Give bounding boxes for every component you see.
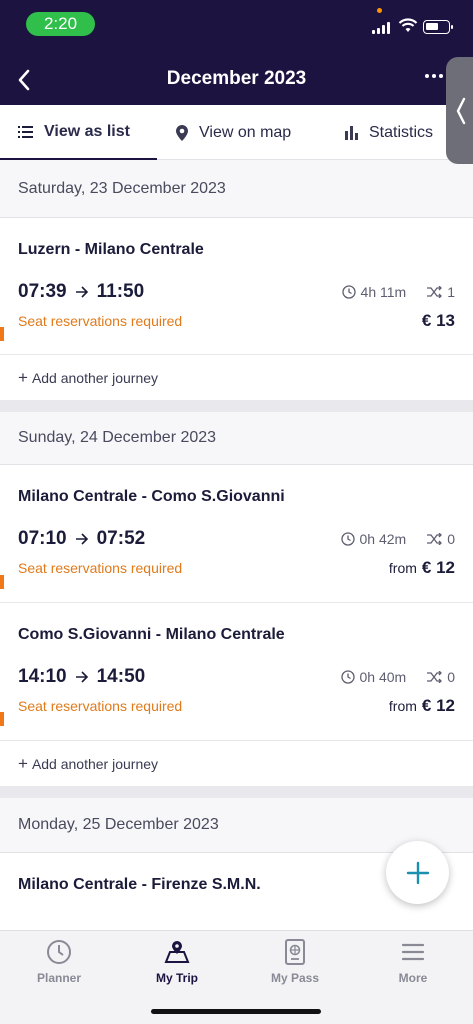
journey-route: Milano Centrale - Como S.Giovanni bbox=[18, 488, 285, 505]
journey-meta: 0h 42m 0 bbox=[340, 531, 455, 547]
price-prefix: from bbox=[388, 560, 417, 576]
journey-item[interactable]: Luzern - Milano Centrale 07:39 11:50 4h … bbox=[0, 217, 473, 355]
tab-label: View as list bbox=[44, 122, 130, 140]
tab-view-as-list[interactable]: View as list bbox=[0, 105, 157, 160]
status-time: 2:20 bbox=[26, 12, 95, 36]
clock-icon bbox=[340, 670, 355, 684]
section-divider bbox=[0, 400, 473, 412]
price-value: € 12 bbox=[421, 696, 455, 715]
add-journey-button[interactable]: + Add another journey bbox=[0, 741, 473, 786]
journey-route: Como S.Giovanni - Milano Centrale bbox=[18, 626, 285, 643]
clock-icon bbox=[340, 532, 355, 546]
journey-price: € 13 bbox=[421, 311, 455, 330]
depart-time: 07:39 bbox=[18, 281, 67, 302]
list-icon bbox=[18, 125, 33, 138]
seat-reservation-notice: Seat reservations required bbox=[18, 560, 183, 576]
plus-icon: + bbox=[18, 753, 28, 773]
journey-item[interactable]: Milano Centrale - Como S.Giovanni 07:10 … bbox=[0, 464, 473, 603]
home-indicator bbox=[151, 1009, 321, 1014]
page-title: December 2023 bbox=[166, 68, 307, 89]
seat-reservation-notice: Seat reservations required bbox=[18, 698, 183, 714]
chevron-left-icon bbox=[456, 97, 466, 124]
transfer-icon bbox=[427, 671, 443, 683]
journey-times: 07:10 07:52 bbox=[18, 528, 145, 550]
arrive-time: 07:52 bbox=[96, 528, 146, 549]
journey-times: 14:10 14:50 bbox=[18, 666, 145, 688]
nav-planner[interactable]: Planner bbox=[0, 931, 118, 1024]
transfer-icon bbox=[427, 286, 443, 298]
depart-time: 07:10 bbox=[18, 528, 67, 549]
depart-time: 14:10 bbox=[18, 666, 67, 687]
journey-times: 07:39 11:50 bbox=[18, 281, 144, 303]
bar-chart-icon bbox=[345, 125, 358, 140]
nav-label: More bbox=[398, 971, 428, 985]
tab-label: Statistics bbox=[369, 123, 434, 141]
clock-icon bbox=[47, 940, 71, 964]
wifi-icon bbox=[398, 18, 418, 32]
map-icon bbox=[164, 941, 190, 963]
day-card: Luzern - Milano Centrale 07:39 11:50 4h … bbox=[0, 217, 473, 400]
side-panel-handle[interactable] bbox=[446, 57, 473, 164]
day-header: Saturday, 23 December 2023 bbox=[0, 160, 473, 217]
add-journey-label: Add another journey bbox=[31, 369, 159, 386]
warning-bar bbox=[0, 712, 4, 726]
nav-label: My Trip bbox=[155, 971, 198, 985]
privacy-indicator-icon bbox=[377, 8, 382, 13]
nav-label: My Pass bbox=[270, 971, 320, 985]
transfer-icon bbox=[427, 533, 443, 545]
add-journey-fab[interactable] bbox=[386, 841, 449, 904]
battery-icon bbox=[423, 20, 453, 34]
seat-reservation-notice: Seat reservations required bbox=[18, 313, 183, 329]
passport-icon bbox=[285, 939, 305, 965]
warning-bar bbox=[0, 575, 4, 589]
arrive-time: 14:50 bbox=[96, 666, 146, 687]
journey-duration: 0h 40m bbox=[359, 669, 407, 685]
map-pin-icon bbox=[176, 124, 188, 141]
tab-label: View on map bbox=[199, 123, 292, 141]
view-tabs: View as list View on map Statistics bbox=[0, 105, 473, 160]
add-journey-label: Add another journey bbox=[31, 755, 159, 772]
menu-icon bbox=[401, 943, 425, 961]
price-value: € 12 bbox=[421, 558, 455, 577]
arrow-right-icon bbox=[75, 286, 88, 298]
tab-view-on-map[interactable]: View on map bbox=[157, 105, 327, 160]
app-header: 2:20 December 2023 bbox=[0, 0, 473, 105]
more-options-icon[interactable] bbox=[425, 74, 443, 78]
clock-icon bbox=[341, 285, 356, 299]
journey-meta: 4h 11m 1 bbox=[341, 284, 455, 300]
day-header: Sunday, 24 December 2023 bbox=[0, 412, 473, 464]
price-prefix: from bbox=[388, 698, 417, 714]
journey-changes: 0 bbox=[447, 531, 455, 547]
trip-list: Saturday, 23 December 2023 Luzern - Mila… bbox=[0, 160, 473, 930]
journey-duration: 0h 42m bbox=[359, 531, 407, 547]
journey-changes: 0 bbox=[447, 669, 455, 685]
journey-price: from € 12 bbox=[389, 558, 455, 578]
journey-item[interactable]: Como S.Giovanni - Milano Centrale 14:10 … bbox=[0, 603, 473, 741]
journey-changes: 1 bbox=[447, 284, 455, 300]
journey-price: from € 12 bbox=[389, 696, 455, 716]
journey-meta: 0h 40m 0 bbox=[340, 669, 455, 685]
nav-label: Planner bbox=[36, 971, 81, 985]
section-divider bbox=[0, 786, 473, 798]
plus-icon: + bbox=[18, 367, 28, 387]
plus-icon bbox=[406, 861, 429, 884]
warning-bar bbox=[0, 327, 4, 341]
journey-duration: 4h 11m bbox=[360, 284, 407, 300]
arrive-time: 11:50 bbox=[96, 281, 145, 302]
nav-more[interactable]: More bbox=[354, 931, 472, 1024]
journey-route: Luzern - Milano Centrale bbox=[18, 241, 204, 258]
add-journey-button[interactable]: + Add another journey bbox=[0, 355, 473, 400]
arrow-right-icon bbox=[75, 671, 88, 683]
day-card: Milano Centrale - Como S.Giovanni 07:10 … bbox=[0, 464, 473, 786]
arrow-right-icon bbox=[75, 533, 88, 545]
signal-icon bbox=[372, 22, 390, 34]
